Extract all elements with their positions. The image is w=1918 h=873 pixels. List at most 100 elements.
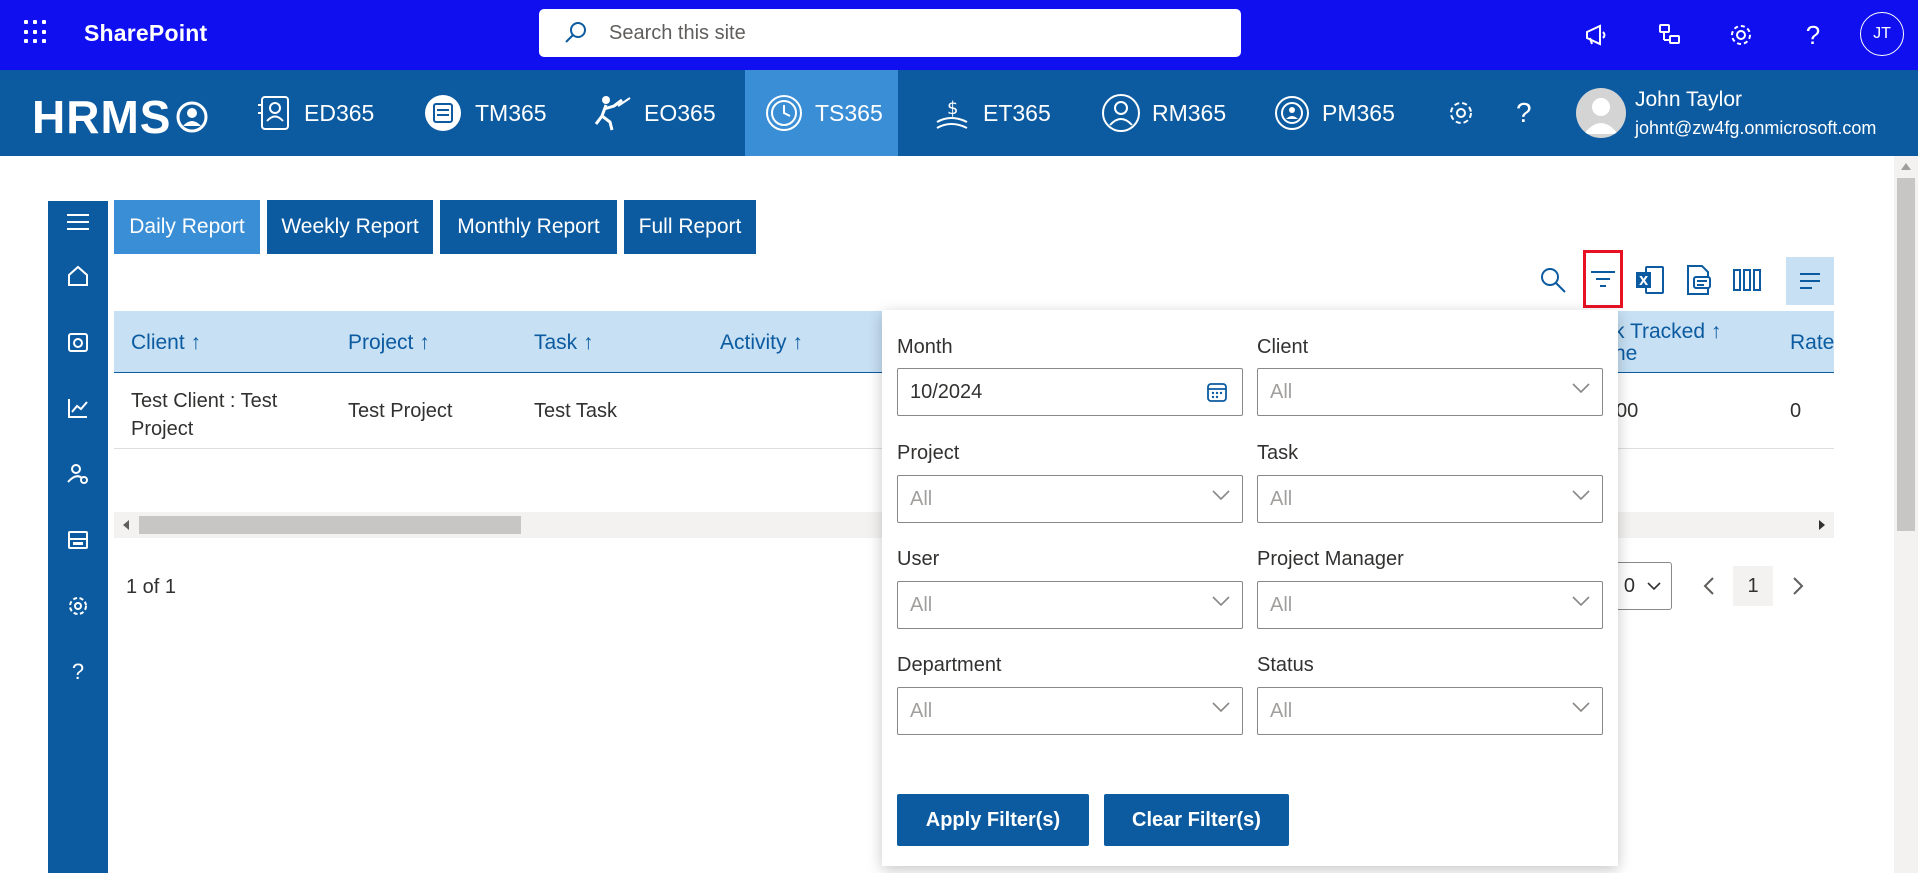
search-box[interactable]: Search this site xyxy=(539,9,1241,57)
nav-item-pm365[interactable]: PM365 xyxy=(1272,70,1395,156)
project-manager-value: All xyxy=(1270,593,1293,616)
month-value: 10/2024 xyxy=(910,380,983,403)
department-dropdown[interactable]: All xyxy=(897,687,1243,735)
chevron-down-icon xyxy=(1647,582,1661,590)
column-header-rate[interactable]: Rate xyxy=(1790,331,1834,355)
prev-page-icon[interactable] xyxy=(1703,577,1715,595)
nav-item-rm365[interactable]: RM365 xyxy=(1100,70,1226,156)
nav-item-eo365[interactable]: EO365 xyxy=(592,70,716,156)
project-label: Project xyxy=(897,442,960,464)
nav-label: TM365 xyxy=(475,99,547,126)
column-header-project[interactable]: Project ↑ xyxy=(348,331,430,355)
project-dropdown[interactable]: All xyxy=(897,475,1243,523)
home-icon[interactable] xyxy=(65,263,91,289)
task-dropdown[interactable]: All xyxy=(1257,475,1603,523)
tab-full-report[interactable]: Full Report xyxy=(624,200,756,254)
settings-icon[interactable] xyxy=(1726,20,1756,50)
tab-daily-report[interactable]: Daily Report xyxy=(114,200,260,254)
nav-help-icon[interactable]: ? xyxy=(1516,70,1532,156)
user-dropdown[interactable]: All xyxy=(897,581,1243,629)
tab-monthly-report[interactable]: Monthly Report xyxy=(440,200,617,254)
chevron-down-icon xyxy=(1212,596,1230,606)
column-header-tracked-time[interactable]: k Tracked ↑ ne xyxy=(1614,321,1721,365)
nav-item-ed365[interactable]: ED365 xyxy=(254,70,374,156)
chevron-down-icon xyxy=(1572,596,1590,606)
expense-tracker-icon: $ xyxy=(936,98,968,129)
scroll-right-arrow-icon[interactable] xyxy=(1818,520,1826,530)
logo-text: HRMS xyxy=(32,91,172,143)
vertical-scroll-thumb[interactable] xyxy=(1897,178,1915,531)
user-photo[interactable] xyxy=(1576,88,1626,138)
printer-icon[interactable] xyxy=(65,527,91,553)
vertical-scrollbar[interactable] xyxy=(1894,156,1918,873)
app-nav: HRMS ED365 TM365 EO365 TS365 $ ET365 RM3… xyxy=(0,70,1918,156)
suite-bar: SharePoint Search this site ? JT xyxy=(0,0,1918,70)
hrms-logo[interactable]: HRMS xyxy=(32,90,209,144)
sort-asc-icon: ↑ xyxy=(419,331,430,354)
nav-item-tm365[interactable]: TM365 xyxy=(421,70,547,156)
sort-asc-icon: ↑ xyxy=(583,331,594,354)
page-number-current[interactable]: 1 xyxy=(1733,566,1773,606)
employee-directory-icon xyxy=(258,96,289,130)
user-email: johnt@zw4fg.onmicrosoft.com xyxy=(1635,118,1877,138)
nav-item-ts365[interactable]: TS365 xyxy=(745,70,898,156)
onboarding-icon xyxy=(594,96,631,131)
filter-icon[interactable] xyxy=(1583,250,1623,308)
calendar-icon[interactable] xyxy=(1206,381,1228,403)
task-label: Task xyxy=(1257,442,1299,464)
column-header-activity[interactable]: Activity ↑ xyxy=(720,331,803,355)
tab-weekly-report[interactable]: Weekly Report xyxy=(267,200,433,254)
project-manager-dropdown[interactable]: All xyxy=(1257,581,1603,629)
task-value: All xyxy=(1270,487,1293,510)
export-excel-icon[interactable]: X xyxy=(1632,262,1668,298)
timesheet-clock-icon xyxy=(766,95,802,131)
filter-panel: Month 10/2024 Client All Project All Tas… xyxy=(882,310,1618,866)
menu-hamburger-icon[interactable] xyxy=(65,209,91,235)
horizontal-scroll-thumb[interactable] xyxy=(139,516,521,534)
nav-label: TS365 xyxy=(815,99,883,126)
cell-tracked-time: 00 xyxy=(1616,400,1639,422)
timesheet-icon[interactable] xyxy=(65,329,91,355)
sort-asc-icon: ↑ xyxy=(1710,320,1722,343)
group-by-icon[interactable] xyxy=(1786,257,1834,305)
megaphone-icon[interactable] xyxy=(1582,20,1612,50)
user-avatar[interactable]: JT xyxy=(1860,12,1904,56)
share-network-icon[interactable] xyxy=(1654,20,1684,50)
next-page-icon[interactable] xyxy=(1792,577,1804,595)
nav-label: PM365 xyxy=(1322,99,1395,126)
icon-sidebar: ? xyxy=(48,201,108,873)
apply-filters-button[interactable]: Apply Filter(s) xyxy=(897,794,1089,846)
resource-manager-icon xyxy=(1102,94,1140,132)
client-value: All xyxy=(1270,380,1293,403)
config-gear-icon[interactable] xyxy=(65,593,91,619)
scroll-left-arrow-icon[interactable] xyxy=(122,520,130,530)
help-icon[interactable]: ? xyxy=(1798,20,1828,50)
client-dropdown[interactable]: All xyxy=(1257,368,1603,416)
svg-text:X: X xyxy=(1639,274,1649,288)
user-settings-icon[interactable] xyxy=(65,461,91,487)
chevron-down-icon xyxy=(1572,383,1590,393)
column-header-client[interactable]: Client ↑ xyxy=(131,331,201,355)
chevron-down-icon xyxy=(1212,702,1230,712)
suite-title[interactable]: SharePoint xyxy=(84,20,207,47)
svg-text:$: $ xyxy=(947,98,958,119)
nav-item-et365[interactable]: $ ET365 xyxy=(931,70,1051,156)
report-chart-icon[interactable] xyxy=(65,395,91,421)
status-dropdown[interactable]: All xyxy=(1257,687,1603,735)
department-label: Department xyxy=(897,654,1002,676)
app-launcher-icon[interactable] xyxy=(24,20,48,44)
sort-asc-icon: ↑ xyxy=(190,331,202,354)
sidebar-help-icon[interactable]: ? xyxy=(65,659,91,685)
column-header-task[interactable]: Task ↑ xyxy=(534,331,594,355)
toolbar-search-icon[interactable] xyxy=(1535,262,1571,298)
columns-icon[interactable] xyxy=(1729,262,1765,298)
clear-filters-button[interactable]: Clear Filter(s) xyxy=(1104,794,1289,846)
chevron-down-icon xyxy=(1572,490,1590,500)
project-manager-label: Project Manager xyxy=(1257,548,1404,570)
scroll-up-arrow-icon[interactable] xyxy=(1901,162,1911,170)
nav-label: RM365 xyxy=(1152,99,1227,126)
nav-label: EO365 xyxy=(644,99,716,126)
nav-settings-icon[interactable] xyxy=(1446,70,1476,156)
month-picker[interactable]: 10/2024 xyxy=(897,368,1243,416)
export-report-icon[interactable] xyxy=(1681,262,1717,298)
